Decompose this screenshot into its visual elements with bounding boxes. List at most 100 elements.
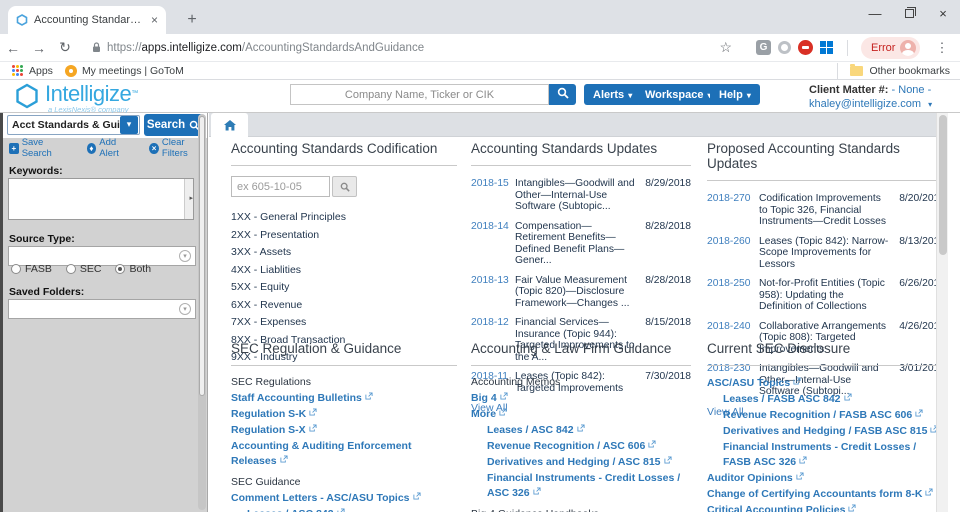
workspace-button[interactable]: Workspace▾ [636, 84, 721, 105]
group-label: SEC Regulations [231, 376, 457, 388]
browser-tab[interactable]: Accounting Standards & Guidanc × [8, 6, 166, 34]
guidance-link[interactable]: Leases / FASB ASC 842 [707, 392, 945, 407]
goto-meeting-icon [65, 65, 77, 77]
guidance-link[interactable]: More [471, 407, 691, 422]
guidance-link[interactable]: Derivatives and Hedging / FASB ASC 815 [707, 424, 945, 439]
address-bar[interactable]: https://apps.intelligize.com/AccountingS… [82, 37, 742, 59]
company-search-button[interactable] [549, 84, 576, 105]
update-id-link[interactable]: 2018-250 [707, 278, 759, 313]
sidebar-scrollbar-thumb[interactable] [199, 116, 205, 396]
update-id-link[interactable]: 2018-260 [707, 236, 759, 271]
update-date: 8/28/2018 [641, 275, 691, 310]
client-matter-label: Client Matter #: [809, 84, 888, 96]
browser-menu-icon[interactable]: ⋮ [935, 40, 948, 56]
asc-topic-link[interactable]: 6XX - Revenue [231, 297, 457, 315]
sidebar-search-button[interactable]: Search [144, 114, 203, 136]
apps-grid-icon [12, 65, 24, 77]
asc-topic-link[interactable]: 2XX - Presentation [231, 227, 457, 245]
content-area: Accounting Standards Codification 1XX - … [209, 113, 948, 512]
extension-windows-icon[interactable] [820, 41, 834, 55]
intelligize-favicon-hexagon-icon [16, 14, 28, 26]
source-radio-both[interactable]: Both [115, 263, 151, 275]
search-scope-select[interactable]: Acct Standards & Guidance ▾ [7, 115, 140, 135]
intelligize-logo[interactable]: Intelligize™ a LexisNexis® company [14, 83, 138, 109]
extension-adblock-icon[interactable] [798, 40, 813, 55]
update-title-link[interactable]: Compensation—Retirement Benefits—Defined… [515, 221, 641, 267]
guidance-link[interactable]: Critical Accounting Policies [707, 503, 945, 512]
guidance-link[interactable]: Big 4 [471, 391, 691, 406]
guidance-link[interactable]: Regulation S-X [231, 423, 457, 438]
reload-button-icon[interactable]: ↻ [52, 39, 78, 56]
update-title-link[interactable]: Fair Value Measurement (Topic 820)—Discl… [515, 275, 641, 310]
panel-title: Accounting Standards Codification [231, 141, 457, 166]
update-title-link[interactable]: Leases (Topic 842): Narrow-Scope Improve… [759, 236, 895, 271]
guidance-link[interactable]: Change of Certifying Accountants form 8-… [707, 487, 945, 502]
radio-icon[interactable] [115, 264, 125, 274]
asc-topic-link[interactable]: 1XX - General Principles [231, 209, 457, 227]
sidebar-scrollbar[interactable] [198, 114, 206, 510]
profile-button[interactable]: Error [861, 37, 920, 59]
guidance-link[interactable]: Financial Instruments - Credit Losses / … [471, 471, 691, 501]
saved-folders-select[interactable]: ▾ [8, 299, 196, 319]
guidance-link[interactable]: Revenue Recognition / FASB ASC 606 [707, 408, 945, 423]
user-email-menu[interactable]: khaley@intelligize.com ▾ [809, 97, 932, 112]
extension-g-icon[interactable]: G [756, 40, 771, 55]
update-id-link[interactable]: 2018-13 [471, 275, 515, 310]
other-bookmarks-button[interactable]: Other bookmarks [831, 63, 950, 79]
save-search-button[interactable]: + Save Search [9, 137, 70, 159]
chevron-down-icon: ▾ [747, 91, 751, 100]
radio-icon[interactable] [11, 264, 21, 274]
codification-search-input[interactable] [231, 176, 330, 197]
guidance-link[interactable]: Accounting & Auditing Enforcement Releas… [231, 439, 457, 469]
company-search-input[interactable] [290, 84, 549, 105]
guidance-link[interactable]: Revenue Recognition / ASC 606 [471, 439, 691, 454]
update-title-link[interactable]: Intangibles—Goodwill and Other—Internal-… [515, 178, 641, 213]
window-minimize-button[interactable]: — [858, 0, 892, 30]
url-text: https://apps.intelligize.com/AccountingS… [107, 42, 424, 54]
update-title-link[interactable]: Not-for-Profit Entities (Topic 958): Upd… [759, 278, 895, 313]
external-link-icon [799, 456, 807, 464]
asc-topic-link[interactable]: 7XX - Expenses [231, 314, 457, 332]
guidance-link[interactable]: ASC/ASU Topics [707, 376, 945, 391]
source-radio-fasb[interactable]: FASB [11, 263, 52, 275]
alerts-button[interactable]: Alerts▾ [584, 84, 641, 105]
external-link-icon [309, 408, 317, 416]
asc-topic-link[interactable]: 4XX - Liablities [231, 262, 457, 280]
radio-icon[interactable] [66, 264, 76, 274]
source-radio-sec[interactable]: SEC [66, 263, 102, 275]
codification-search-button[interactable] [332, 176, 357, 197]
bookmark-star-icon[interactable]: ☆ [719, 39, 732, 56]
window-restore-button[interactable] [892, 0, 926, 30]
guidance-link[interactable]: Leases / ASC 842 [231, 507, 457, 512]
add-alert-button[interactable]: ♦ Add Alert [87, 137, 134, 159]
scope-dropdown-icon[interactable]: ▾ [120, 116, 138, 134]
guidance-link[interactable]: Leases / ASC 842 [471, 423, 691, 438]
client-matter-value[interactable]: - None - [892, 84, 932, 96]
back-button-icon[interactable]: ← [0, 40, 26, 56]
guidance-link[interactable]: Comment Letters - ASC/ASU Topics [231, 491, 457, 506]
page-scrollbar[interactable] [936, 113, 948, 512]
help-button[interactable]: Help▾ [710, 84, 760, 105]
guidance-link[interactable]: Financial Instruments - Credit Losses / … [707, 440, 945, 470]
panel-title: SEC Regulation & Guidance [231, 341, 457, 366]
asc-topic-link[interactable]: 5XX - Equity [231, 279, 457, 297]
keywords-textarea[interactable]: ▸ [8, 178, 194, 220]
tab-close-icon[interactable]: × [151, 14, 158, 26]
update-id-link[interactable]: 2018-14 [471, 221, 515, 267]
update-id-link[interactable]: 2018-270 [707, 193, 759, 228]
new-tab-button[interactable]: + [180, 8, 204, 32]
guidance-link[interactable]: Auditor Opinions [707, 471, 945, 486]
window-close-button[interactable]: × [926, 0, 960, 30]
forward-button-icon[interactable]: → [26, 40, 52, 56]
bookmark-meetings[interactable]: My meetings | GoToM [65, 65, 184, 77]
extension-circle-icon[interactable] [778, 41, 791, 54]
update-title-link[interactable]: Codification Improvements to Topic 326, … [759, 193, 895, 228]
page-scrollbar-thumb[interactable] [939, 115, 947, 255]
asc-topic-link[interactable]: 3XX - Assets [231, 244, 457, 262]
guidance-link[interactable]: Staff Accounting Bulletins [231, 391, 457, 406]
guidance-link[interactable]: Derivatives and Hedging / ASC 815 [471, 455, 691, 470]
update-id-link[interactable]: 2018-15 [471, 178, 515, 213]
home-tab[interactable] [211, 113, 248, 137]
guidance-link[interactable]: Regulation S-K [231, 407, 457, 422]
bookmark-apps[interactable]: Apps [12, 65, 53, 77]
